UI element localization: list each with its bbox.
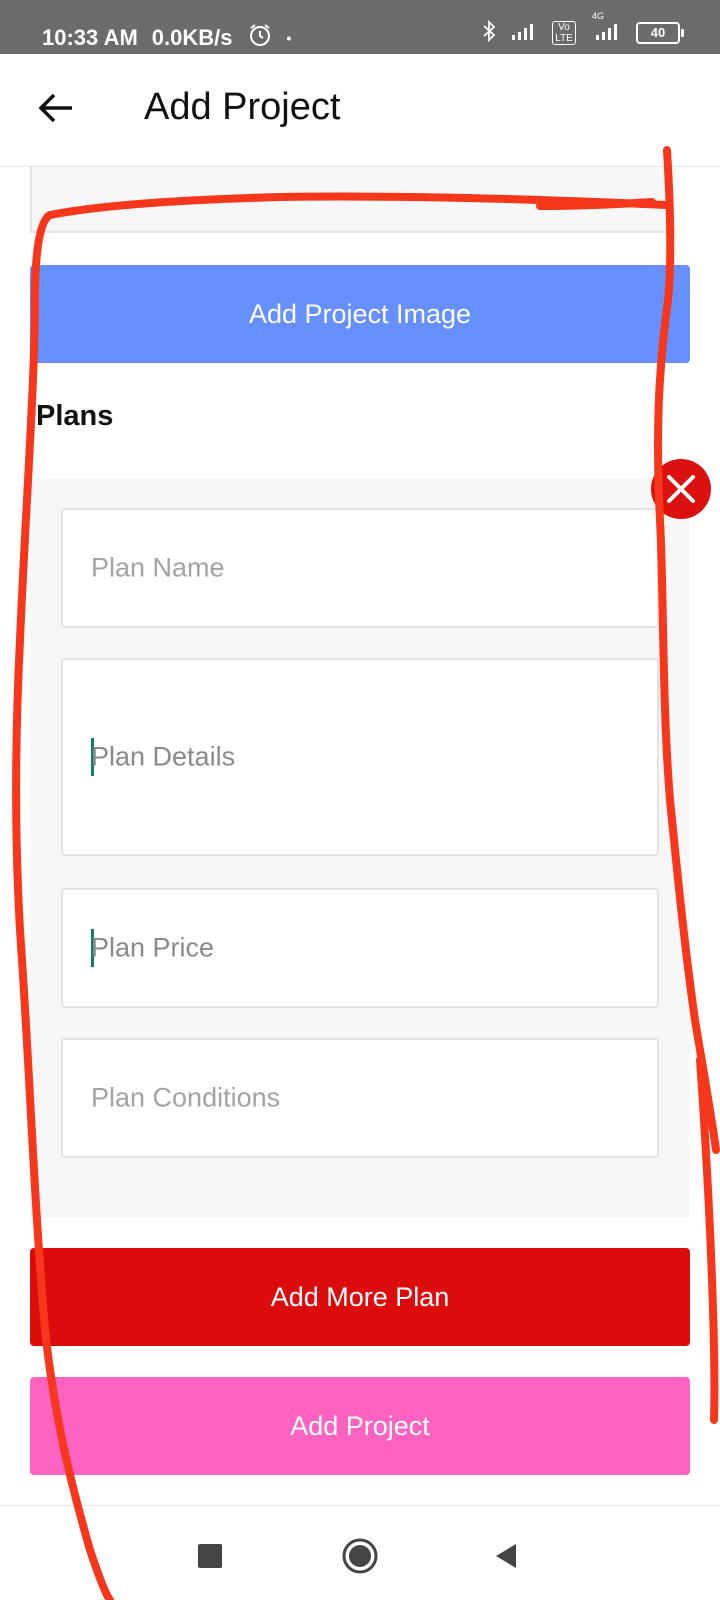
- battery-icon: 40: [636, 21, 684, 44]
- square-icon: [198, 1544, 222, 1568]
- status-network-speed: 0.0KB/s: [151, 25, 233, 50]
- plan-conditions-input[interactable]: Plan Conditions: [61, 1038, 659, 1158]
- app-bar: Add Project: [0, 54, 720, 167]
- plans-section-title: Plans: [36, 400, 114, 432]
- plan-details-input[interactable]: Plan Details: [61, 658, 659, 856]
- add-project-button[interactable]: Add Project: [30, 1377, 690, 1475]
- recents-button[interactable]: [180, 1526, 240, 1586]
- add-project-image-button[interactable]: Add Project Image: [30, 265, 690, 363]
- system-back-button[interactable]: [476, 1526, 536, 1586]
- arrow-left-icon: [38, 93, 72, 123]
- page-title: Add Project: [144, 86, 341, 128]
- status-dot: •: [286, 30, 292, 46]
- signal-4g-icon: 4G: [590, 11, 622, 44]
- status-bar: 10:33 AM 0.0KB/s • Vo LTE 4G 40: [0, 0, 720, 54]
- annotation-stroke-right: [696, 1056, 719, 1424]
- close-icon: [667, 475, 695, 503]
- plan-name-placeholder: Plan Name: [91, 552, 225, 583]
- triangle-back-icon: [496, 1544, 516, 1568]
- network-type-label: 4G: [592, 11, 605, 21]
- remove-plan-button[interactable]: [651, 459, 711, 519]
- plan-price-placeholder: Plan Price: [91, 932, 215, 963]
- home-button[interactable]: [330, 1526, 390, 1586]
- status-right: Vo LTE 4G 40: [482, 11, 684, 45]
- status-time: 10:33 AM: [42, 25, 138, 50]
- plan-details-placeholder: Plan Details: [91, 741, 236, 772]
- circle-icon: [342, 1538, 378, 1574]
- plan-conditions-placeholder: Plan Conditions: [91, 1082, 281, 1113]
- plan-name-input[interactable]: Plan Name: [61, 508, 659, 628]
- plan-price-input[interactable]: Plan Price: [61, 888, 659, 1008]
- plan-card: Plan Name Plan Details Plan Price Plan C…: [30, 478, 690, 1218]
- status-left: 10:33 AM 0.0KB/s •: [42, 22, 291, 54]
- project-image-preview: [30, 167, 676, 233]
- volte-icon: Vo LTE: [552, 20, 576, 45]
- back-button[interactable]: [36, 88, 76, 128]
- alarm-icon: [247, 22, 273, 54]
- add-more-plan-button[interactable]: Add More Plan: [30, 1248, 690, 1346]
- system-nav-bar: [0, 1506, 720, 1600]
- bluetooth-icon: [482, 19, 496, 45]
- signal-icon: [510, 21, 538, 44]
